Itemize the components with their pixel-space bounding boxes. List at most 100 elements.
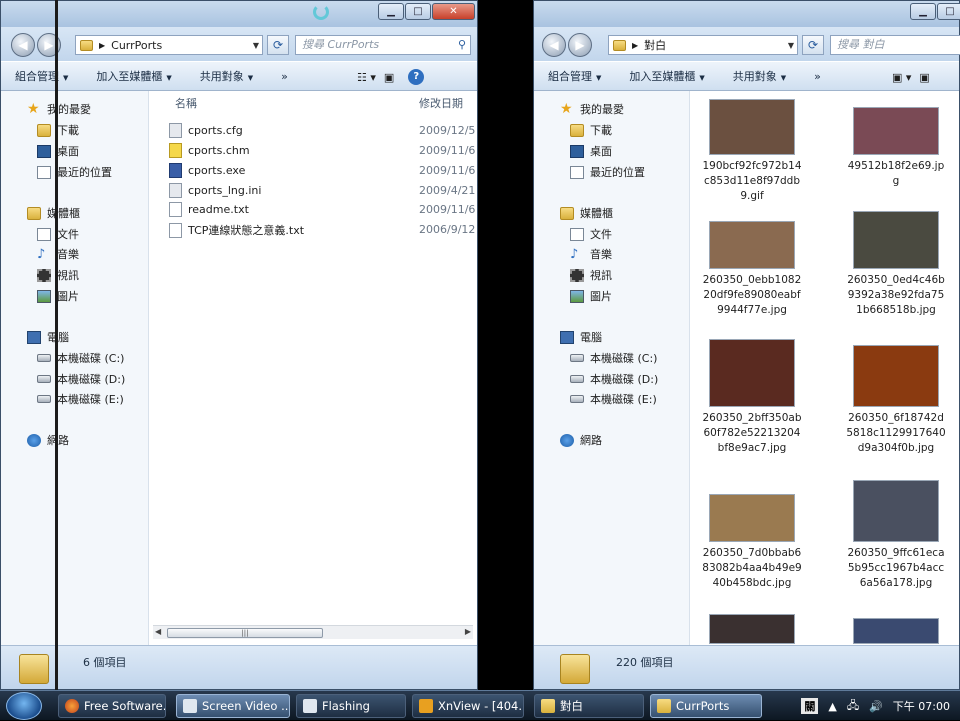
music-icon: ♪	[37, 248, 51, 261]
file-row[interactable]: cports.exe	[169, 163, 245, 178]
thumbnail-item[interactable]: 260350_0ed4c46b9392a38e92fda751b668518b.…	[846, 211, 946, 318]
taskbar: Free Software... Screen Video ... Flashi…	[0, 690, 960, 720]
address-bar[interactable]: ▶ CurrPorts ▼	[75, 35, 263, 55]
taskbar-item-currports-folder[interactable]: CurrPorts	[650, 694, 762, 718]
nav-drive-e[interactable]: 本機磁碟 (E:)	[570, 391, 657, 407]
clock[interactable]: 下午 07:00	[893, 698, 950, 714]
nav-computer[interactable]: 電腦	[560, 329, 602, 345]
nav-pictures[interactable]: 圖片	[37, 288, 79, 304]
title-bar[interactable]: ▁ □ ✕	[1, 1, 477, 27]
nav-videos[interactable]: 視訊	[570, 267, 612, 283]
taskbar-item-xnview[interactable]: XnView - [404...	[412, 694, 524, 718]
more-commands-button[interactable]: »	[800, 70, 835, 83]
nav-libraries[interactable]: 媒體櫃	[560, 205, 613, 221]
nav-music[interactable]: ♪音樂	[37, 246, 79, 262]
nav-computer[interactable]: 電腦	[27, 329, 69, 345]
image-thumbnail	[853, 107, 939, 155]
share-button[interactable]: 共用對象▼	[186, 68, 267, 84]
dropdown-icon[interactable]: ▼	[788, 41, 794, 50]
thumbnail-item-partial[interactable]	[702, 614, 802, 645]
thumbnail-item[interactable]: 260350_9ffc61eca5b95cc1967b4acc6a56a178.…	[846, 480, 946, 591]
file-date: 2009/11/6	[419, 164, 475, 177]
nav-network[interactable]: 網路	[560, 432, 602, 448]
thumbnail-item-partial[interactable]	[846, 618, 946, 645]
search-input[interactable]: 搜尋 對白	[830, 35, 960, 55]
nav-documents[interactable]: 文件	[570, 226, 612, 242]
minimize-button[interactable]: ▁	[910, 3, 936, 20]
nav-drive-e[interactable]: 本機磁碟 (E:)	[37, 391, 124, 407]
file-row[interactable]: cports.chm	[169, 143, 250, 158]
minimize-button[interactable]: ▁	[378, 3, 404, 20]
nav-drive-d[interactable]: 本機磁碟 (D:)	[570, 371, 658, 387]
search-input[interactable]: 搜尋 CurrPorts ⚲	[295, 35, 471, 55]
nav-desktop[interactable]: 桌面	[37, 143, 79, 159]
title-bar[interactable]: ▁ □	[534, 1, 959, 27]
view-options-icon[interactable]: ☷ ▾	[357, 71, 376, 84]
thumbnail-item[interactable]: 190bcf92fc972b14c853d11e8f97ddb9.gif	[702, 99, 802, 204]
volume-icon[interactable]: 🔊	[869, 700, 883, 713]
scroll-left-icon[interactable]: ◀	[155, 627, 161, 636]
breadcrumb-chevron-icon: ▶	[632, 41, 638, 50]
thumbnail-item[interactable]: 49512b18f2e69.jpg	[846, 107, 946, 189]
search-placeholder: 搜尋 CurrPorts	[302, 38, 379, 51]
file-row[interactable]: cports.cfg	[169, 123, 243, 138]
nav-music[interactable]: ♪音樂	[570, 246, 612, 262]
thumbnail-item[interactable]: 260350_6f18742d5818c1129917640d9a304f0b.…	[846, 345, 946, 456]
nav-downloads[interactable]: 下載	[570, 122, 612, 138]
show-hidden-icons-icon[interactable]: ▲	[828, 700, 836, 713]
maximize-button[interactable]: □	[405, 3, 431, 20]
nav-downloads[interactable]: 下載	[37, 122, 79, 138]
nav-drive-c[interactable]: 本機磁碟 (C:)	[570, 350, 657, 366]
column-header-date[interactable]: 修改日期	[419, 95, 463, 111]
scrollbar-thumb[interactable]: |||	[167, 628, 323, 638]
ime-indicator[interactable]: 關	[801, 698, 818, 714]
refresh-button[interactable]: ⟳	[267, 35, 289, 55]
thumbnail-item[interactable]: 260350_7d0bbab683082b4aa4b49e940b458bdc.…	[702, 494, 802, 591]
dropdown-icon[interactable]: ▼	[253, 41, 259, 50]
more-commands-button[interactable]: »	[267, 70, 302, 83]
add-to-library-button[interactable]: 加入至媒體櫃▼	[615, 68, 718, 84]
preview-pane-icon[interactable]: ▣	[384, 71, 394, 84]
thumbnail-item[interactable]: 260350_2bff350ab60f782e52213204bf8e9ac7.…	[702, 339, 802, 456]
nav-recent[interactable]: 最近的位置	[37, 164, 112, 180]
nav-network[interactable]: 網路	[27, 432, 69, 448]
nav-recent[interactable]: 最近的位置	[570, 164, 645, 180]
organize-button[interactable]: 組合管理▼	[1, 68, 82, 84]
address-bar[interactable]: ▶ 對白 ▼	[608, 35, 798, 55]
start-button[interactable]	[6, 692, 42, 720]
taskbar-item-dialogue-folder[interactable]: 對白	[534, 694, 644, 718]
taskbar-item-screen-video[interactable]: Screen Video ...	[176, 694, 290, 718]
taskbar-item-free-software[interactable]: Free Software...	[58, 694, 166, 718]
taskbar-item-flashing[interactable]: Flashing	[296, 694, 406, 718]
network-tray-icon[interactable]: 🖧	[847, 697, 859, 716]
file-row[interactable]: TCP連線狀態之意義.txt	[169, 222, 304, 238]
nav-documents[interactable]: 文件	[37, 226, 79, 242]
nav-drive-d[interactable]: 本機磁碟 (D:)	[37, 371, 125, 387]
nav-pictures[interactable]: 圖片	[570, 288, 612, 304]
horizontal-scrollbar[interactable]: ◀ ||| ▶	[153, 625, 473, 639]
back-button[interactable]: ◀	[11, 33, 35, 57]
file-row[interactable]: cports_lng.ini	[169, 183, 261, 198]
search-icon[interactable]: ⚲	[458, 36, 466, 54]
close-button[interactable]: ✕	[432, 3, 475, 20]
nav-videos[interactable]: 視訊	[37, 267, 79, 283]
file-row[interactable]: readme.txt	[169, 202, 249, 217]
forward-button[interactable]: ▶	[568, 33, 592, 57]
add-to-library-button[interactable]: 加入至媒體櫃▼	[82, 68, 185, 84]
view-options-icon[interactable]: ▣ ▾	[892, 71, 911, 84]
share-button[interactable]: 共用對象▼	[719, 68, 800, 84]
organize-button[interactable]: 組合管理▼	[534, 68, 615, 84]
nav-drive-c[interactable]: 本機磁碟 (C:)	[37, 350, 124, 366]
nav-desktop[interactable]: 桌面	[570, 143, 612, 159]
nav-libraries[interactable]: 媒體櫃	[27, 205, 80, 221]
nav-favorites[interactable]: ★我的最愛	[560, 101, 624, 117]
maximize-button[interactable]: □	[937, 3, 960, 20]
nav-favorites[interactable]: ★我的最愛	[27, 101, 91, 117]
help-icon[interactable]: ?	[408, 69, 424, 85]
refresh-button[interactable]: ⟳	[802, 35, 824, 55]
back-button[interactable]: ◀	[542, 33, 566, 57]
scroll-right-icon[interactable]: ▶	[465, 627, 471, 636]
column-header-name[interactable]: 名稱	[175, 95, 197, 111]
preview-pane-icon[interactable]: ▣	[919, 71, 929, 84]
thumbnail-item[interactable]: 260350_0ebb108220df9fe89080eabf9944f77e.…	[702, 221, 802, 318]
